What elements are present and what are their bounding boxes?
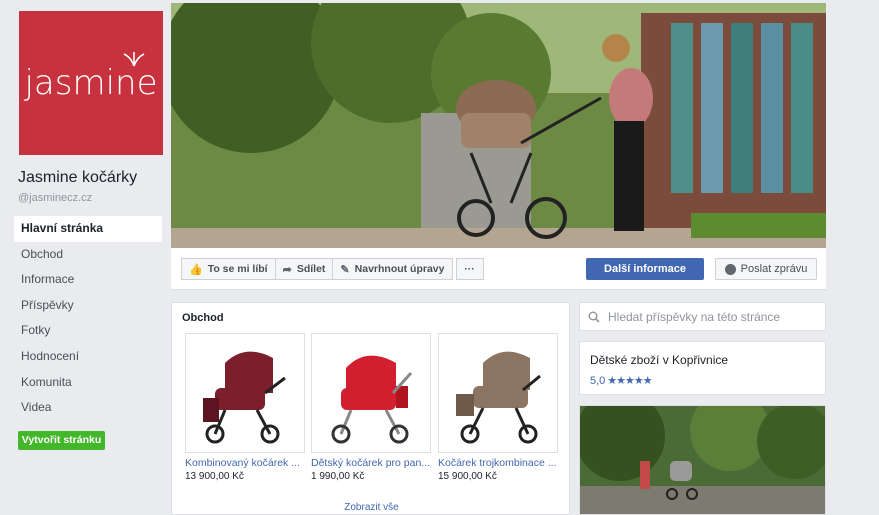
nav-item-home[interactable]: Hlavní stránka	[14, 216, 162, 242]
nav-item-about[interactable]: Informace	[14, 267, 162, 293]
search-input[interactable]	[608, 309, 818, 324]
nav-item-photos[interactable]: Fotky	[14, 318, 162, 344]
nav-item-posts[interactable]: Příspěvky	[14, 293, 162, 319]
create-page-button[interactable]: Vytvořit stránku	[18, 431, 105, 450]
send-message-button[interactable]: Poslat zprávu	[715, 258, 817, 280]
nav-item-shop[interactable]: Obchod	[14, 242, 162, 268]
share-button[interactable]: ➦ Sdílet	[274, 258, 334, 280]
cover-photo[interactable]	[171, 3, 826, 248]
more-label: ···	[464, 263, 475, 275]
pencil-icon: ✎	[340, 263, 350, 276]
product-price: 15 900,00 Kč	[438, 471, 497, 482]
product-image[interactable]	[185, 333, 305, 453]
more-options-button[interactable]: ···	[455, 258, 484, 280]
suggest-edits-button[interactable]: ✎ Navrhnout úpravy	[332, 258, 453, 280]
shop-section: Obchod Kombinovaný kočárek ... 13 900,00…	[171, 302, 570, 515]
product-price: 1 990,00 Kč	[311, 471, 365, 482]
category-location[interactable]: Dětské zboží v Kopřivnice	[590, 353, 728, 367]
product-name[interactable]: Kočárek trojkombinace ...	[438, 457, 562, 469]
shop-title: Obchod	[182, 312, 224, 324]
brand-logo: jasmine	[24, 63, 158, 103]
share-label: Sdílet	[296, 263, 326, 275]
product-card[interactable]: Dětský kočárek pro pan... 1 990,00 Kč	[311, 333, 431, 482]
cover-image	[171, 3, 826, 248]
messenger-icon	[724, 263, 736, 275]
page-title: Jasmine kočárky	[18, 169, 138, 186]
like-label: To se mi líbí	[207, 263, 268, 275]
rating-value: 5,0	[590, 374, 606, 387]
product-image[interactable]	[311, 333, 431, 453]
page-handle[interactable]: @jasminecz.cz	[18, 192, 92, 204]
thumbs-up-icon: 👍	[189, 263, 203, 276]
suggest-label: Navrhnout úpravy	[354, 263, 445, 275]
rating-stars-icon: ★★★★★	[607, 375, 652, 387]
search-icon	[588, 311, 600, 323]
like-button[interactable]: 👍 To se mi líbí	[181, 258, 276, 280]
product-card[interactable]: Kombinovaný kočárek ... 13 900,00 Kč	[185, 333, 305, 482]
profile-picture[interactable]: jasmine	[19, 11, 163, 155]
product-card[interactable]: Kočárek trojkombinace ... 15 900,00 Kč	[438, 333, 558, 482]
product-price: 13 900,00 Kč	[185, 471, 244, 482]
leaf-icon	[123, 52, 145, 67]
photo-preview[interactable]	[579, 405, 826, 515]
product-name[interactable]: Kombinovaný kočárek ...	[185, 457, 309, 469]
park-photo	[580, 406, 825, 514]
left-sidebar: jasmine Jasmine kočárky @jasminecz.cz Hl…	[0, 0, 170, 515]
product-name[interactable]: Dětský kočárek pro pan...	[311, 457, 435, 469]
send-message-label: Poslat zprávu	[740, 263, 808, 275]
page-search[interactable]	[579, 302, 826, 331]
share-arrow-icon: ➦	[282, 263, 292, 276]
product-image[interactable]	[438, 333, 558, 453]
more-info-button[interactable]: Další informace	[586, 258, 704, 280]
nav-item-videos[interactable]: Videa	[14, 395, 162, 421]
page-nav: Hlavní stránka Obchod Informace Příspěvk…	[14, 216, 162, 421]
rating[interactable]: 5,0 ★★★★★	[590, 374, 653, 388]
stroller-icon	[331, 355, 413, 444]
nav-item-reviews[interactable]: Hodnocení	[14, 344, 162, 370]
page-action-bar: 👍 To se mi líbí ➦ Sdílet ✎ Navrhnout úpr…	[171, 248, 826, 290]
page-info-card: Dětské zboží v Kopřivnice 5,0 ★★★★★	[579, 341, 826, 395]
action-buttons: 👍 To se mi líbí ➦ Sdílet ✎ Navrhnout úpr…	[181, 258, 484, 280]
show-all-link[interactable]: Zobrazit vše	[172, 502, 571, 513]
stroller-icon	[203, 351, 286, 444]
nav-item-community[interactable]: Komunita	[14, 370, 162, 396]
stroller-icon	[456, 351, 541, 444]
